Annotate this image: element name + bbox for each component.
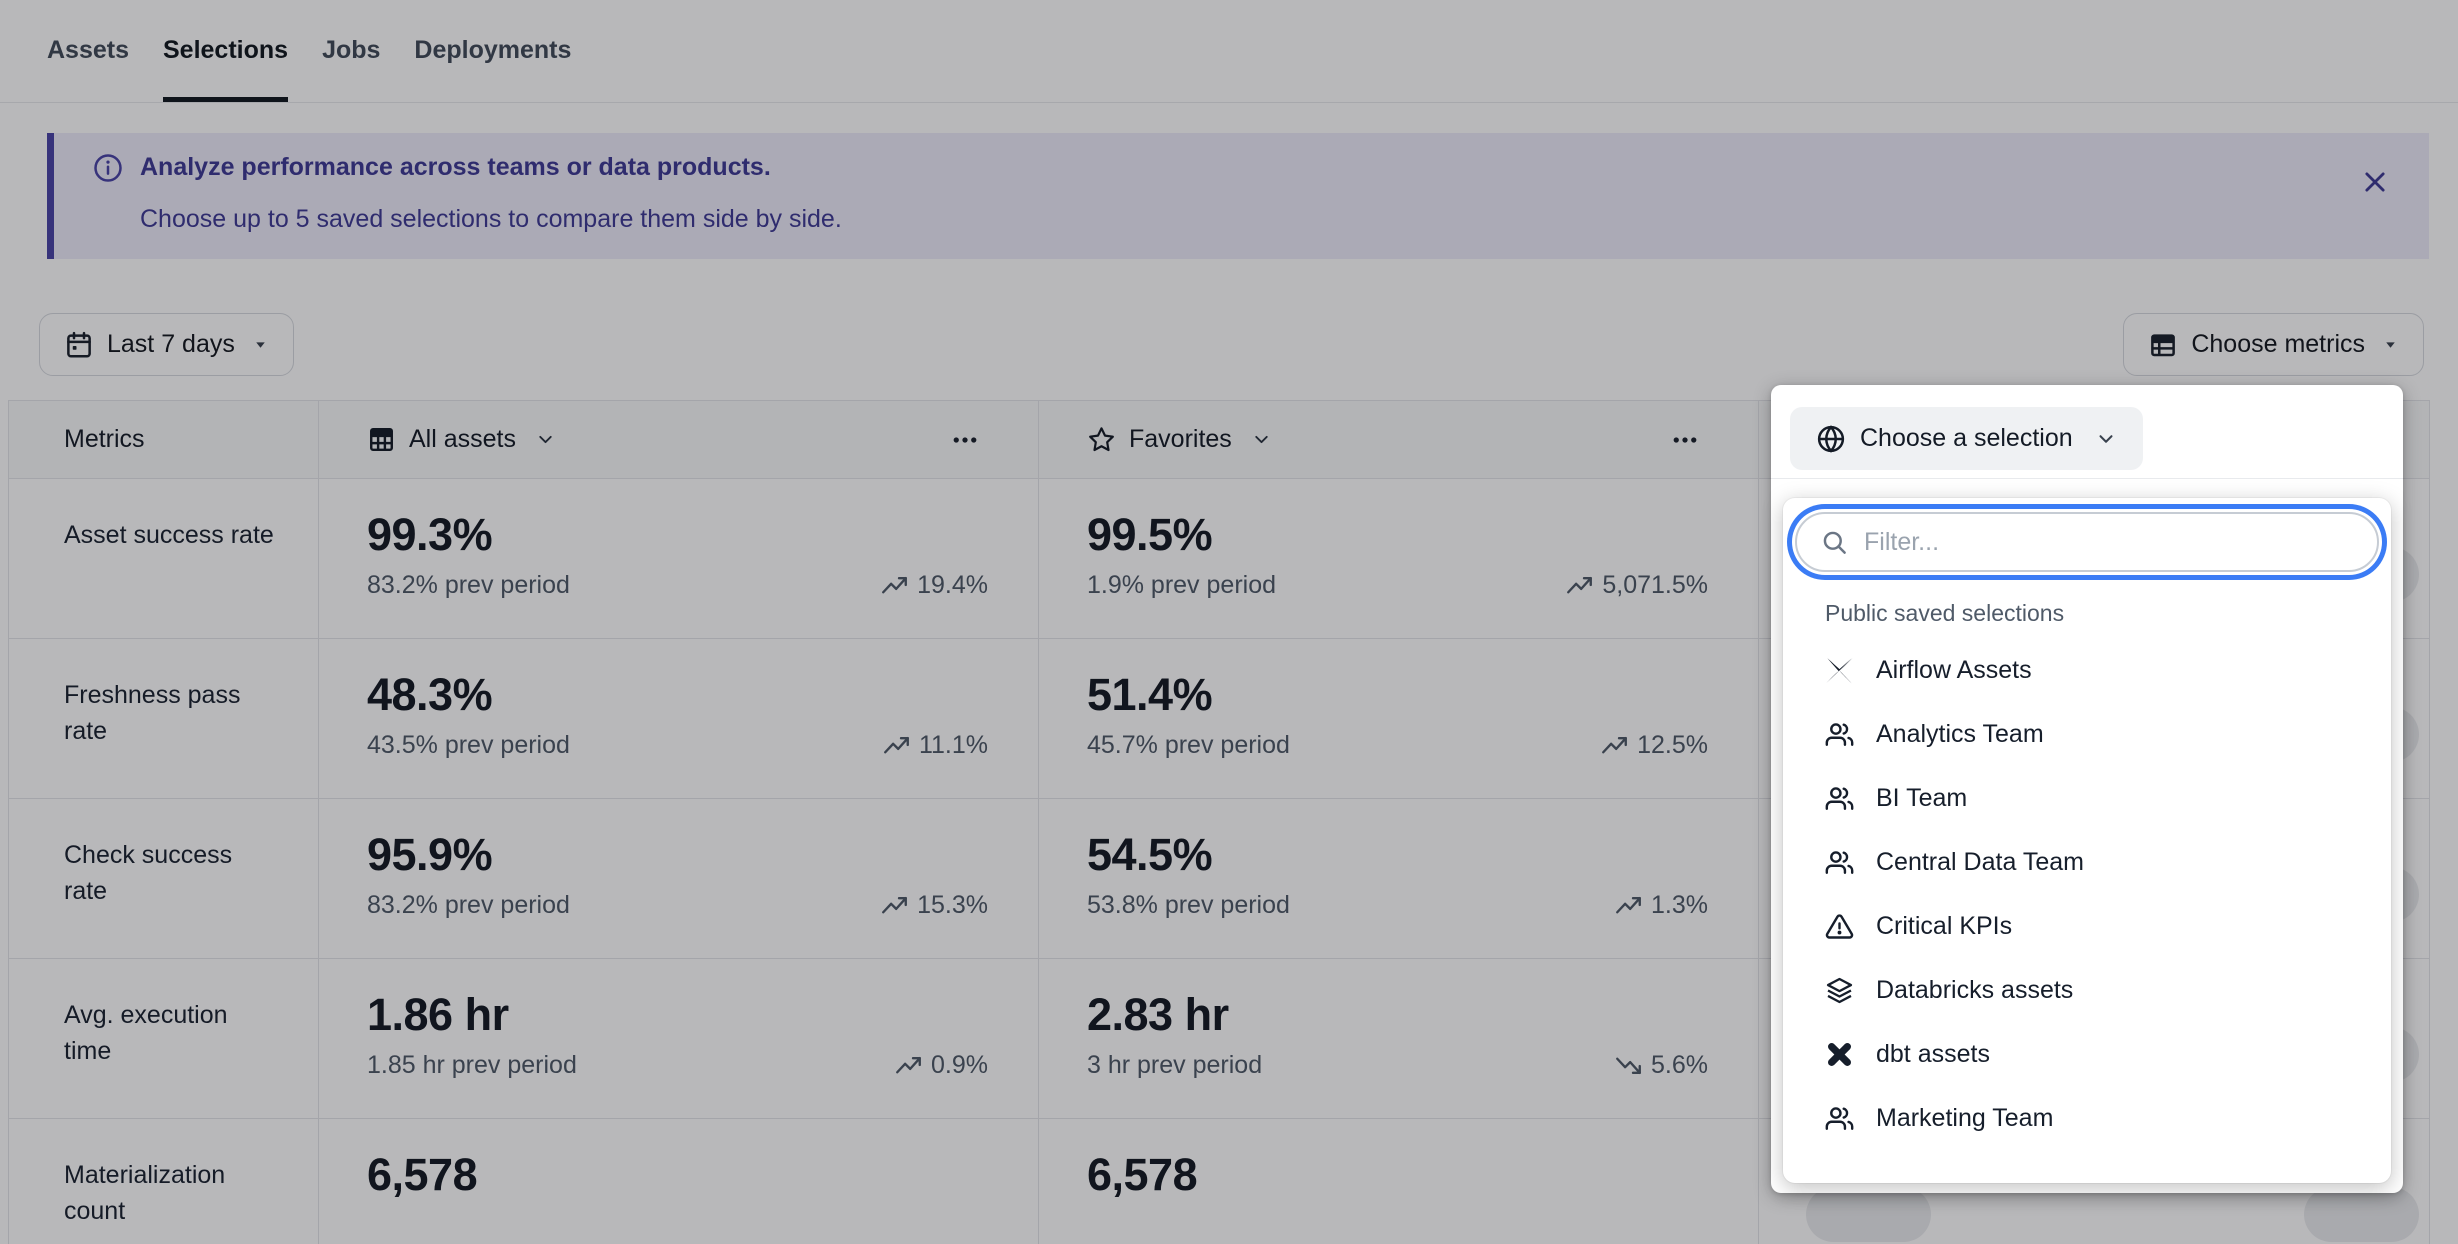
list-item-dbt-assets[interactable]: dbt assets — [1795, 1022, 2379, 1086]
list-item-label: Analytics Team — [1876, 720, 2044, 749]
layers-icon — [1825, 976, 1854, 1005]
list-item-analytics-team[interactable]: Analytics Team — [1795, 702, 2379, 766]
chevron-down-icon — [2095, 428, 2117, 450]
search-icon — [1821, 529, 1848, 556]
people-icon — [1825, 784, 1854, 813]
section-label: Public saved selections — [1825, 600, 2064, 627]
people-icon — [1825, 1104, 1854, 1133]
people-icon — [1825, 720, 1854, 749]
list-item-label: dbt assets — [1876, 1040, 1990, 1069]
list-item-label: Databricks assets — [1876, 976, 2073, 1005]
list-item-airflow-assets[interactable]: Airflow Assets — [1795, 638, 2379, 702]
choose-selection-button[interactable]: Choose a selection — [1790, 407, 2143, 470]
warning-icon — [1825, 912, 1854, 941]
list-item-bi-team[interactable]: BI Team — [1795, 766, 2379, 830]
header-divider — [1771, 478, 2403, 479]
list-item-databricks-assets[interactable]: Databricks assets — [1795, 958, 2379, 1022]
list-item-label: Airflow Assets — [1876, 656, 2032, 685]
dbt-icon — [1825, 1040, 1854, 1069]
people-icon — [1825, 848, 1854, 877]
list-item-marketing-team[interactable]: Marketing Team — [1795, 1086, 2379, 1150]
list-item-central-data-team[interactable]: Central Data Team — [1795, 830, 2379, 894]
choose-selection-label: Choose a selection — [1860, 424, 2073, 453]
list-item-label: Critical KPIs — [1876, 912, 2012, 941]
selection-column-panel: Choose a selection Public saved selectio… — [1771, 385, 2403, 1193]
filter-field[interactable] — [1795, 512, 2379, 572]
list-item-label: Marketing Team — [1876, 1104, 2053, 1133]
list-item-label: Central Data Team — [1876, 848, 2084, 877]
list-item-label: BI Team — [1876, 784, 1967, 813]
list-item-critical-kpis[interactable]: Critical KPIs — [1795, 894, 2379, 958]
globe-icon — [1816, 424, 1846, 454]
airflow-icon — [1825, 656, 1854, 685]
selection-list: Airflow Assets Analytics Team BI Team Ce… — [1795, 638, 2379, 1150]
filter-input[interactable] — [1864, 528, 2353, 557]
selection-dropdown: Public saved selections Airflow Assets A… — [1783, 498, 2391, 1183]
insights-page: Assets Selections Jobs Deployments Analy… — [0, 0, 2458, 1244]
